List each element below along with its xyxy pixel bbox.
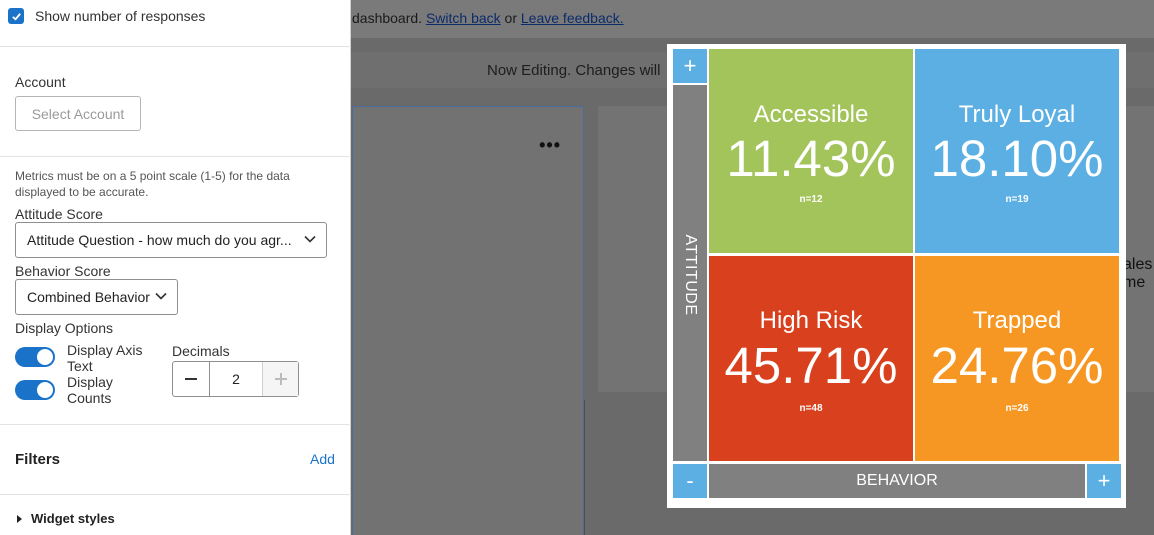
banner-message: dashboard. Switch back or Leave feedback…	[352, 10, 624, 26]
metrics-note: Metrics must be on a 5 point scale (1-5)…	[15, 169, 290, 199]
plus-icon: +	[683, 53, 697, 78]
behavior-add-button[interactable]: +	[1087, 464, 1121, 498]
attitude-score-label: Attitude Score	[15, 206, 103, 222]
divider	[0, 424, 351, 425]
widget-styles-toggle[interactable]: Widget styles	[17, 511, 115, 526]
decimals-stepper[interactable]: 2	[172, 361, 299, 397]
account-label: Account	[15, 74, 66, 90]
divider	[0, 494, 351, 495]
display-options-label: Display Options	[15, 320, 114, 336]
background-text-line-2: me	[1123, 274, 1146, 291]
quadrant-percent: 18.10%	[930, 130, 1104, 187]
behavior-score-value: Combined Behavior	[27, 289, 150, 305]
decrement-button[interactable]	[173, 362, 209, 396]
attitude-add-button[interactable]: +	[673, 49, 707, 83]
widget-styles-label: Widget styles	[31, 511, 115, 526]
quadrant-percent: 11.43%	[726, 130, 896, 187]
background-widget-card[interactable]: •••	[352, 106, 584, 535]
quadrant-high-risk: High Risk 45.71% n=48	[709, 256, 913, 461]
attitude-axis: ATTITUDE	[673, 85, 707, 461]
chevron-down-icon	[304, 235, 316, 243]
attitude-score-select[interactable]: Attitude Question - how much do you agr.…	[15, 222, 327, 258]
filters-title: Filters	[15, 451, 61, 468]
quadrant-name: Truly Loyal	[958, 101, 1076, 128]
banner-text: dashboard.	[352, 10, 423, 26]
quadrant-widget: + ATTITUDE Accessible 11.43% n=12 Truly …	[667, 44, 1126, 508]
divider	[0, 156, 351, 157]
minus-icon	[185, 378, 197, 380]
behavior-axis: BEHAVIOR	[709, 464, 1085, 498]
display-counts-toggle[interactable]	[15, 380, 55, 400]
switch-back-link[interactable]: Switch back	[426, 10, 501, 26]
editing-banner-text: Now Editing. Changes will	[487, 62, 661, 79]
background-text-line-1: ales	[1123, 256, 1153, 273]
behavior-score-select[interactable]: Combined Behavior	[15, 279, 178, 315]
display-axis-text-toggle[interactable]	[15, 347, 55, 367]
attitude-score-value: Attitude Question - how much do you agr.…	[27, 232, 292, 248]
display-counts-label: Display Counts	[67, 374, 113, 406]
add-filter-link[interactable]: Add	[310, 451, 335, 467]
minus-icon: -	[686, 468, 694, 493]
display-axis-text-label: Display Axis Text	[67, 342, 143, 374]
quadrant-count: n=12	[799, 194, 823, 205]
plus-icon	[274, 373, 287, 385]
background-widget-text: ales me	[1123, 256, 1152, 292]
quadrant-truly-loyal: Truly Loyal 18.10% n=19	[915, 49, 1119, 253]
checkmark-icon	[11, 12, 21, 21]
quadrant-count: n=48	[799, 403, 823, 414]
plus-icon: +	[1097, 468, 1111, 493]
quadrant-name: Trapped	[972, 307, 1062, 334]
quadrant-percent: 45.71%	[724, 337, 898, 394]
divider	[584, 400, 585, 535]
widget-menu-icon[interactable]: •••	[539, 135, 561, 156]
attitude-axis-label: ATTITUDE	[682, 234, 699, 316]
banner-or-text: or	[504, 10, 517, 26]
show-responses-checkbox[interactable]	[8, 8, 24, 24]
quadrant-name: High Risk	[759, 307, 863, 334]
show-responses-row[interactable]: Show number of responses	[8, 8, 205, 24]
behavior-axis-label: BEHAVIOR	[856, 472, 938, 489]
quadrant-name: Accessible	[753, 101, 869, 128]
divider	[0, 46, 351, 47]
decimals-input[interactable]: 2	[209, 362, 262, 396]
quadrant-count: n=19	[1005, 194, 1029, 205]
show-responses-label: Show number of responses	[35, 8, 206, 24]
attitude-remove-button[interactable]: -	[673, 464, 707, 498]
quadrant-count: n=26	[1005, 403, 1029, 414]
widget-settings-panel: Show number of responses Account Select …	[0, 0, 351, 535]
decimals-label: Decimals	[172, 343, 230, 359]
select-account-button[interactable]: Select Account	[15, 96, 141, 131]
quadrant-percent: 24.76%	[930, 337, 1104, 394]
quadrant-trapped: Trapped 24.76% n=26	[915, 256, 1119, 461]
quadrant-accessible: Accessible 11.43% n=12	[709, 49, 913, 253]
increment-button[interactable]	[262, 362, 298, 396]
caret-right-icon	[17, 514, 22, 523]
chevron-down-icon	[155, 292, 167, 300]
leave-feedback-link[interactable]: Leave feedback.	[521, 10, 624, 26]
behavior-score-label: Behavior Score	[15, 263, 111, 279]
